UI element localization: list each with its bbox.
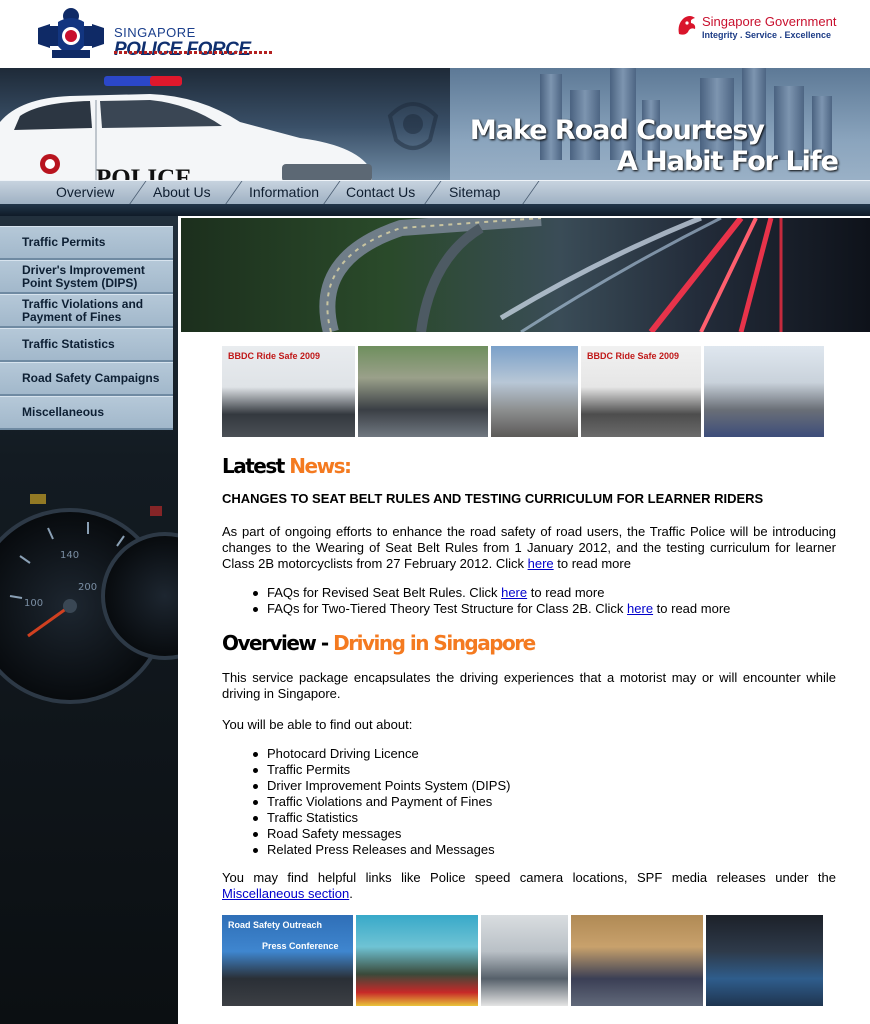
highway-photo-drawing bbox=[319, 218, 783, 332]
overview-heading: Overview - Driving in Singapore bbox=[222, 631, 536, 655]
faq-text: FAQs for Two-Tiered Theory Test Structur… bbox=[267, 601, 628, 616]
svg-text:200: 200 bbox=[78, 582, 97, 593]
list-item: Traffic Violations and Payment of Fines bbox=[252, 794, 510, 810]
links-text: You may find helpful links like Police s… bbox=[222, 870, 836, 885]
top-navigation: Overview About Us Information Contact Us… bbox=[0, 180, 870, 205]
gov-tagline: Integrity . Service . Excellence bbox=[702, 30, 832, 40]
list-item: Related Press Releases and Messages bbox=[252, 842, 510, 858]
highway-night-image bbox=[181, 218, 870, 332]
photo-caption: BBDC Ride Safe 2009 bbox=[587, 351, 680, 361]
nav-separator bbox=[521, 181, 540, 205]
news-body-end: to read more bbox=[553, 556, 631, 571]
faq-text: FAQs for Revised Seat Belt Rules. Click bbox=[267, 585, 502, 600]
overview-find-out: You will be able to find out about: bbox=[222, 717, 413, 732]
links-text-end: . bbox=[349, 886, 353, 901]
hero-banner: POLICE Make Road Courtesy A Habit For Li… bbox=[0, 68, 870, 216]
event-photo[interactable]: BBDC Ride Safe 2009 bbox=[222, 346, 355, 437]
slogan-line2: A Habit For Life bbox=[616, 146, 839, 177]
sidebar-item-traffic-permits[interactable]: Traffic Permits bbox=[0, 226, 173, 260]
news-faq-list: FAQs for Revised Seat Belt Rules. Click … bbox=[252, 585, 731, 617]
nav-about-us[interactable]: About Us bbox=[153, 184, 211, 200]
list-item: FAQs for Two-Tiered Theory Test Structur… bbox=[252, 601, 731, 617]
nav-separator bbox=[322, 181, 341, 205]
list-item: FAQs for Revised Seat Belt Rules. Click … bbox=[252, 585, 730, 601]
nav-overview[interactable]: Overview bbox=[56, 184, 114, 200]
spf-logo[interactable]: SINGAPORE POLICE FORCE bbox=[38, 6, 278, 66]
photo-caption: BBDC Ride Safe 2009 bbox=[228, 351, 321, 361]
sidebar-item-traffic-violations[interactable]: Traffic Violations and Payment of Fines bbox=[0, 294, 173, 328]
miscellaneous-section-link[interactable]: Miscellaneous section bbox=[222, 886, 349, 901]
nav-sitemap[interactable]: Sitemap bbox=[449, 184, 500, 200]
sidebar-item-road-safety-campaigns[interactable]: Road Safety Campaigns bbox=[0, 362, 173, 396]
news-body: As part of ongoing efforts to enhance th… bbox=[222, 524, 836, 572]
lion-head-icon bbox=[678, 16, 696, 35]
event-photo-strip-top: BBDC Ride Safe 2009 BBDC Ride Safe 2009 bbox=[222, 346, 824, 437]
top-header: SINGAPORE POLICE FORCE Singapore Governm… bbox=[0, 0, 870, 68]
event-photo-strip-bottom: Road Safety Outreach Press Conference bbox=[222, 915, 823, 1006]
faq-text-end: to read more bbox=[653, 601, 731, 616]
spf-name-line2: POLICE FORCE bbox=[114, 39, 251, 60]
nav-information[interactable]: Information bbox=[249, 184, 319, 200]
latest-news-heading: Latest News: bbox=[222, 454, 352, 478]
spf-crest-icon bbox=[38, 8, 104, 58]
spf-logo-underline bbox=[114, 51, 274, 54]
list-item: Photocard Driving Licence bbox=[252, 746, 510, 762]
news-read-more-link[interactable]: here bbox=[528, 556, 554, 571]
sidebar-item-miscellaneous[interactable]: Miscellaneous bbox=[0, 396, 173, 430]
faq-seat-belt-link[interactable]: here bbox=[501, 585, 527, 600]
heading-part: Latest bbox=[222, 454, 290, 478]
heading-part: Overview - bbox=[222, 631, 334, 655]
event-photo[interactable] bbox=[481, 915, 568, 1006]
singapore-government-logo[interactable]: Singapore Government Integrity . Service… bbox=[676, 14, 856, 44]
event-photo[interactable] bbox=[706, 915, 823, 1006]
list-item: Road Safety messages bbox=[252, 826, 510, 842]
svg-text:100: 100 bbox=[24, 598, 43, 609]
event-photo[interactable] bbox=[358, 346, 488, 437]
gov-title-b: Government bbox=[764, 14, 837, 29]
police-car-image: POLICE bbox=[0, 76, 372, 194]
left-sidebar: Traffic Permits Driver's Improvement Poi… bbox=[0, 216, 178, 1024]
news-title: CHANGES TO SEAT BELT RULES AND TESTING C… bbox=[222, 491, 764, 506]
gov-title-a: Singapore bbox=[702, 14, 762, 29]
overview-topic-list: Photocard Driving Licence Traffic Permit… bbox=[252, 746, 511, 858]
event-photo[interactable] bbox=[571, 915, 703, 1006]
list-item: Traffic Permits bbox=[252, 762, 510, 778]
photo-caption: Road Safety Outreach bbox=[228, 920, 323, 930]
svg-text:140: 140 bbox=[60, 550, 79, 561]
nav-separator bbox=[128, 181, 147, 205]
helpful-links-text: You may find helpful links like Police s… bbox=[222, 870, 836, 902]
list-item: Driver Improvement Points System (DIPS) bbox=[252, 778, 511, 793]
heading-part: Driving in Singapore bbox=[333, 631, 536, 655]
event-photo[interactable]: BBDC Ride Safe 2009 bbox=[581, 346, 701, 437]
sidebar-item-dips[interactable]: Driver's Improvement Point System (DIPS) bbox=[0, 260, 173, 294]
faq-text-end: to read more bbox=[527, 585, 605, 600]
heading-part: News: bbox=[289, 454, 352, 478]
gov-title: Singapore Government bbox=[702, 14, 836, 29]
spf-name-line1: SINGAPORE bbox=[114, 25, 196, 40]
overview-intro: This service package encapsulates the dr… bbox=[222, 670, 836, 701]
nav-separator bbox=[423, 181, 442, 205]
banner-slogan: Make Road Courtesy A Habit For Life bbox=[469, 115, 839, 178]
speedometer-image: 100 140 200 bbox=[0, 494, 178, 704]
slogan-line1: Make Road Courtesy bbox=[469, 115, 765, 146]
photo-caption: Press Conference bbox=[262, 941, 339, 951]
faq-theory-test-link[interactable]: here bbox=[627, 601, 653, 616]
nav-separator bbox=[224, 181, 243, 205]
event-photo[interactable] bbox=[491, 346, 578, 437]
police-emblem-icon bbox=[387, 102, 439, 150]
sidebar-item-traffic-statistics[interactable]: Traffic Statistics bbox=[0, 328, 173, 362]
event-photo[interactable]: Road Safety Outreach Press Conference bbox=[222, 915, 353, 1006]
sidebar-menu: Traffic Permits Driver's Improvement Poi… bbox=[0, 226, 173, 430]
event-photo[interactable] bbox=[704, 346, 824, 437]
event-photo[interactable] bbox=[356, 915, 478, 1006]
nav-contact-us[interactable]: Contact Us bbox=[346, 184, 415, 200]
list-item: Traffic Statistics bbox=[252, 810, 510, 826]
navbar-shadow bbox=[0, 204, 870, 216]
